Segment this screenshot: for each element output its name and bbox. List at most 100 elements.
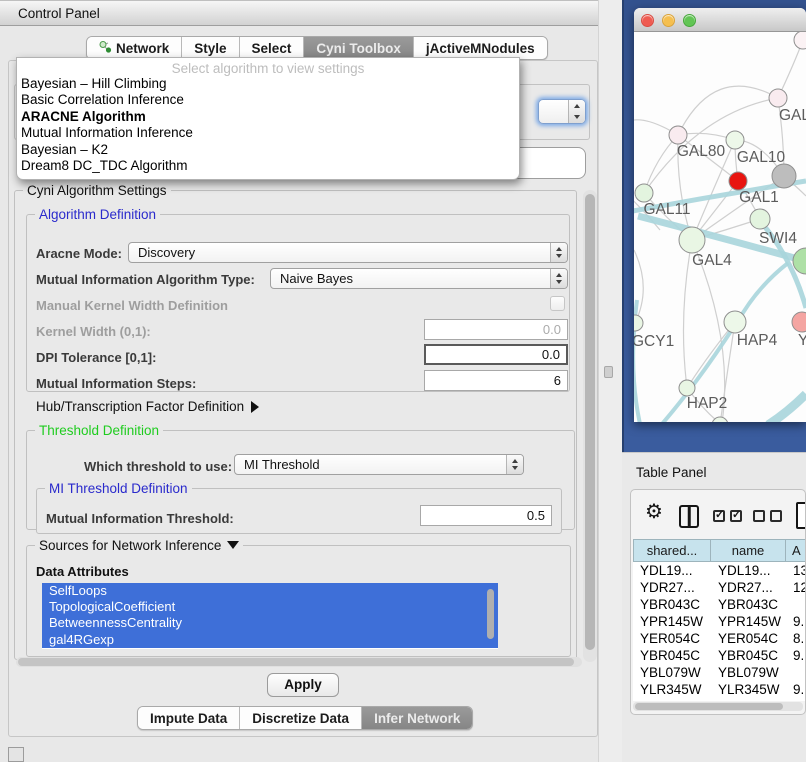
hub-definition-disclosure[interactable]: Hub/Transcription Factor Definition: [36, 399, 259, 414]
table-cell: YBR045C: [711, 647, 786, 664]
collapsed-panel-grip[interactable]: [8, 747, 24, 762]
network-node[interactable]: [793, 248, 806, 274]
combo-arrows-icon: [550, 243, 567, 262]
tab-network[interactable]: Network: [87, 37, 181, 59]
table-cell: YDR27...: [633, 579, 711, 596]
algorithm-option[interactable]: Basic Correlation Inference: [17, 92, 519, 108]
which-threshold-label: Which threshold to use:: [84, 459, 232, 474]
network-node[interactable]: [724, 311, 746, 333]
table-row[interactable]: YLR345WYLR345W9.: [633, 681, 806, 698]
network-node[interactable]: [792, 312, 806, 332]
settings-vertical-scrollbar-thumb[interactable]: [585, 194, 595, 650]
manual-kernel-label: Manual Kernel Width Definition: [36, 298, 228, 313]
network-edge[interactable]: [678, 86, 778, 135]
algorithm-option[interactable]: Dream8 DC_TDC Algorithm: [17, 158, 519, 174]
kernel-width-field[interactable]: 0.0: [424, 319, 568, 340]
table-column-header[interactable]: A: [786, 539, 806, 562]
tab-infer-network[interactable]: Infer Network: [361, 707, 472, 729]
network-node[interactable]: [669, 126, 687, 144]
table-cell: 13: [786, 562, 806, 579]
settings-horizontal-scrollbar-thumb[interactable]: [18, 658, 574, 666]
network-node[interactable]: [634, 315, 643, 331]
data-attribute-item[interactable]: SelfLoops: [42, 583, 498, 599]
network-window-titlebar[interactable]: [634, 8, 806, 32]
algorithm-option[interactable]: Bayesian – Hill Climbing: [17, 76, 519, 92]
table-cell: YDL19...: [633, 562, 711, 579]
table-row[interactable]: YDL19...YDL19...13: [633, 562, 806, 579]
table-cell: YIL052C: [633, 698, 711, 701]
data-attribute-item[interactable]: BetweennessCentrality: [42, 615, 498, 631]
data-attribute-item[interactable]: TopologicalCoefficient: [42, 599, 498, 615]
splitter-handle-icon[interactable]: [604, 366, 613, 378]
network-node[interactable]: [635, 184, 653, 202]
disclosure-down-icon: [227, 541, 239, 549]
select-all-icon-2[interactable]: [730, 510, 742, 522]
tab-style[interactable]: Style: [181, 37, 238, 59]
network-edge[interactable]: [644, 135, 678, 193]
table-column-header[interactable]: name: [711, 539, 786, 562]
data-attribute-item[interactable]: gal4RGexp: [42, 632, 498, 648]
close-light-icon[interactable]: [641, 14, 654, 27]
panel-splitter[interactable]: [598, 0, 622, 762]
network-edge[interactable]: [683, 240, 692, 388]
columns-icon[interactable]: [679, 505, 699, 528]
algorithm-option[interactable]: Mutual Information Inference: [17, 125, 519, 141]
network-node[interactable]: [726, 131, 744, 149]
manual-kernel-checkbox[interactable]: [550, 296, 565, 311]
table-toolbar: ⚙: [631, 490, 805, 536]
which-threshold-value: MI Threshold: [244, 457, 320, 472]
table-row[interactable]: YBR045CYBR045C9.: [633, 647, 806, 664]
table-cell: YDL19...: [711, 562, 786, 579]
mi-steps-field[interactable]: 6: [424, 370, 568, 391]
zoom-light-icon[interactable]: [683, 14, 696, 27]
select-all-icon[interactable]: [713, 510, 725, 522]
gear-icon[interactable]: ⚙: [645, 499, 663, 524]
network-node[interactable]: [679, 227, 705, 253]
apply-button[interactable]: Apply: [267, 673, 339, 697]
data-attributes-list[interactable]: SelfLoopsTopologicalCoefficientBetweenne…: [42, 583, 498, 649]
network-edge[interactable]: [687, 322, 735, 388]
table-row[interactable]: YDR27...YDR27...12: [633, 579, 806, 596]
network-edge-thick[interactable]: [737, 263, 788, 323]
document-icon[interactable]: [796, 502, 806, 529]
network-edge-thick[interactable]: [768, 394, 806, 422]
deselect-all-icon-2[interactable]: [770, 510, 782, 522]
network-view-window: GALGAL80GAL10GAL1GAL11SWI4GAL4GCY1HAP4YH…: [634, 8, 806, 422]
network-node[interactable]: [712, 417, 728, 422]
minimize-light-icon[interactable]: [662, 14, 675, 27]
table-row[interactable]: YPR145WYPR145W9.: [633, 613, 806, 630]
tab-discretize-data[interactable]: Discretize Data: [239, 707, 361, 729]
network-node[interactable]: [750, 209, 770, 229]
dpi-tolerance-field[interactable]: 0.0: [424, 344, 568, 365]
table-cell: YLR345W: [633, 681, 711, 698]
network-canvas[interactable]: GALGAL80GAL10GAL1GAL11SWI4GAL4GCY1HAP4YH…: [634, 32, 806, 422]
table-cell: 8.: [786, 630, 806, 647]
table-row[interactable]: YBR043CYBR043C: [633, 596, 806, 613]
algorithm-combobox-fragment[interactable]: [538, 99, 586, 124]
table-row[interactable]: YER054CYER054C8.: [633, 630, 806, 647]
which-threshold-combobox[interactable]: MI Threshold: [234, 454, 524, 475]
mi-threshold-field[interactable]: 0.5: [420, 505, 552, 526]
deselect-all-icon[interactable]: [753, 510, 765, 522]
attr-list-scrollbar-thumb[interactable]: [487, 589, 494, 639]
network-node[interactable]: [772, 164, 796, 188]
tab-impute-data[interactable]: Impute Data: [138, 707, 239, 729]
aracne-mode-combobox[interactable]: Discovery: [128, 242, 568, 263]
tab-jactivemnodules[interactable]: jActiveMNodules: [413, 37, 547, 59]
tab-select[interactable]: Select: [239, 37, 304, 59]
network-node-label: SWI4: [759, 230, 797, 247]
network-node[interactable]: [794, 32, 806, 49]
table-row[interactable]: YIL052CYIL052C9.: [633, 698, 806, 701]
control-panel-titlebar: Control Panel ✖: [0, 0, 627, 26]
tab-cyni-toolbox[interactable]: Cyni Toolbox: [303, 37, 413, 59]
network-icon: [99, 40, 112, 57]
network-node[interactable]: [729, 172, 747, 190]
network-node[interactable]: [769, 89, 787, 107]
table-column-header[interactable]: shared...: [633, 539, 711, 562]
table-row[interactable]: YBL079WYBL079W: [633, 664, 806, 681]
table-horizontal-scrollbar-thumb[interactable]: [635, 703, 783, 710]
algorithm-option[interactable]: Bayesian – K2: [17, 142, 519, 158]
algorithm-option[interactable]: ARACNE Algorithm: [17, 109, 519, 125]
network-node[interactable]: [679, 380, 695, 396]
mi-type-combobox[interactable]: Naive Bayes: [270, 268, 568, 289]
